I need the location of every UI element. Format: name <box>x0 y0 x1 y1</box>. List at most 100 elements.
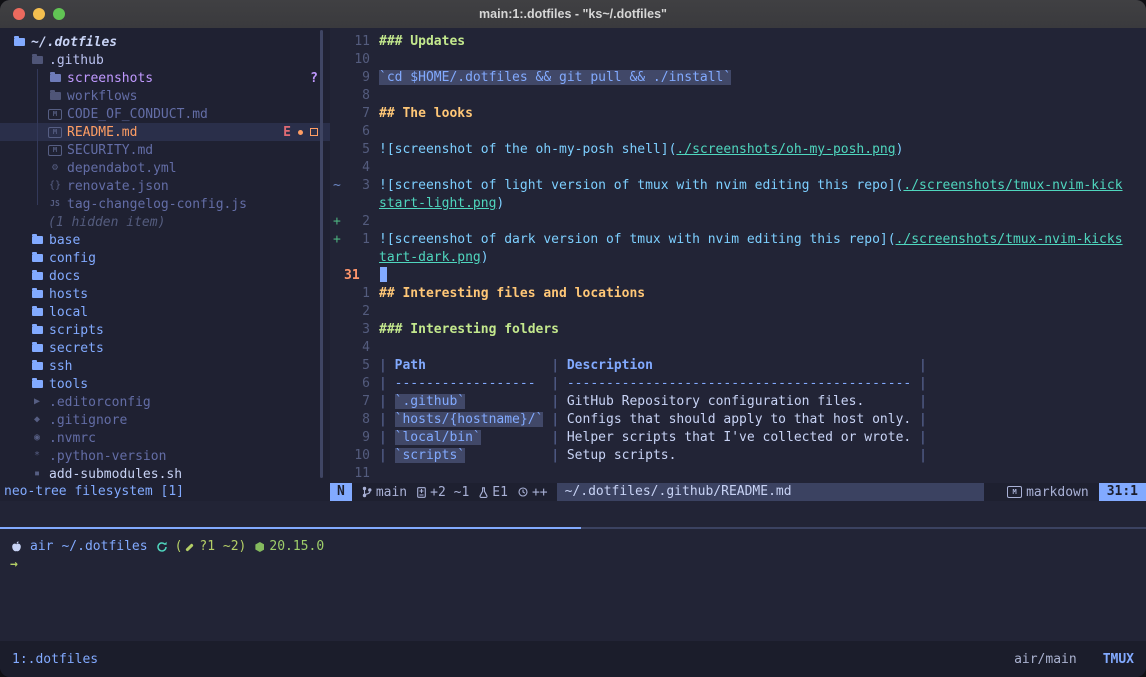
tree-item-base[interactable]: base <box>0 231 330 249</box>
editor-line-20[interactable]: 6| ------------------ | ----------------… <box>330 375 1146 393</box>
editor-line-3[interactable]: 9`cd $HOME/.dotfiles && git pull && ./in… <box>330 69 1146 87</box>
folder-icon <box>30 326 44 334</box>
node-icon <box>255 542 264 552</box>
tree-item-gitignore[interactable]: ◆.gitignore <box>0 411 330 429</box>
tmux-window-tab[interactable]: 1:.dotfiles <box>12 652 98 667</box>
folder-icon <box>30 290 44 298</box>
tree-item-local[interactable]: local <box>0 303 330 321</box>
tree-item-secrets[interactable]: secrets <box>0 339 330 357</box>
editor-line-23[interactable]: 9| `local/bin` | Helper scripts that I'v… <box>330 429 1146 447</box>
markdown-icon: M <box>1007 486 1022 498</box>
tree-item-label: SECURITY.md <box>67 143 153 158</box>
tree-item-label: .github <box>49 53 104 68</box>
editor-line-25[interactable]: 11 <box>330 465 1146 483</box>
modified-dot-badge <box>298 130 303 135</box>
editor-line-12[interactable]: +1![screenshot of dark version of tmux w… <box>330 231 1146 249</box>
editor-line-1[interactable]: 11### Updates <box>330 33 1146 51</box>
gutter-sign <box>330 429 343 447</box>
editor-line-4[interactable]: 8 <box>330 87 1146 105</box>
terminal-input-line[interactable]: → <box>10 556 1146 574</box>
git-diff-segment: +2 ~1 <box>417 485 469 500</box>
editor-line-22[interactable]: 8| `hosts/{hostname}/` | Configs that sh… <box>330 411 1146 429</box>
tree-item-add-submodules-sh[interactable]: ▪add-submodules.sh <box>0 465 330 483</box>
line-number: 7 <box>343 393 370 411</box>
tree-item-scripts[interactable]: scripts <box>0 321 330 339</box>
editor-line-14[interactable]: 31 <box>330 267 1146 285</box>
gutter-sign <box>330 123 343 141</box>
editor-line-10[interactable]: start-light.png) <box>330 195 1146 213</box>
line-number: 7 <box>343 105 370 123</box>
error-badge: E <box>283 125 291 140</box>
tree-item-nvmrc[interactable]: ◉.nvmrc <box>0 429 330 447</box>
tree-item-label: hosts <box>49 287 88 302</box>
tree-item-dotfiles[interactable]: ~/.dotfiles <box>0 33 330 51</box>
tree-item-tag-changelog-config-js[interactable]: JStag-changelog-config.js <box>0 195 330 213</box>
tree-item-ssh[interactable]: ssh <box>0 357 330 375</box>
neotree-sidebar: ~/.dotfiles.githubscreenshots?workflowsM… <box>0 28 330 483</box>
tree-item-github[interactable]: .github <box>0 51 330 69</box>
line-number: 5 <box>343 141 370 159</box>
editor-line-6[interactable]: 6 <box>330 123 1146 141</box>
line-number <box>343 249 370 267</box>
line-number: 10 <box>343 51 370 69</box>
editor-line-11[interactable]: +2 <box>330 213 1146 231</box>
tree-item-screenshots[interactable]: screenshots? <box>0 69 330 87</box>
close-button[interactable] <box>13 8 25 20</box>
line-text: ![screenshot of the oh-my-posh shell](./… <box>379 141 903 159</box>
tree-item-editorconfig[interactable]: ▶.editorconfig <box>0 393 330 411</box>
folder-icon <box>48 92 62 100</box>
tree-item-config[interactable]: config <box>0 249 330 267</box>
tree-item-security-md[interactable]: M SECURITY.md <box>0 141 330 159</box>
editor-line-21[interactable]: 7 | `.github` | GitHub Repository configu… <box>330 393 1146 411</box>
tmux-statusbar: 1:.dotfiles air/main TMUX <box>0 641 1146 677</box>
tree-item-hosts[interactable]: hosts <box>0 285 330 303</box>
tmux-pane-border[interactable] <box>0 527 1146 529</box>
tree-item-tools[interactable]: tools <box>0 375 330 393</box>
tree-item-code-of-conduct-md[interactable]: MCODE_OF_CONDUCT.md <box>0 105 330 123</box>
tree-item-renovate-json[interactable]: {}renovate.json <box>0 177 330 195</box>
editor-line-7[interactable]: 5 ![screenshot of the oh-my-posh shell](.… <box>330 141 1146 159</box>
line-text: | `.github` | GitHub Repository configur… <box>379 393 927 411</box>
tree-item-1-hidden-item[interactable]: (1 hidden item) <box>0 213 330 231</box>
editor-line-5[interactable]: 7## The looks <box>330 105 1146 123</box>
tree-item-label: docs <box>49 269 80 284</box>
tree-item-docs[interactable]: docs <box>0 267 330 285</box>
line-number: 31 <box>343 267 371 285</box>
editor-line-9[interactable]: ~3![screenshot of light version of tmux … <box>330 177 1146 195</box>
tree-item-python-version[interactable]: *.python-version <box>0 447 330 465</box>
gutter-sign <box>330 447 343 465</box>
editor-line-19[interactable]: 5| Path | Description | <box>330 357 1146 375</box>
terminal-pane[interactable]: air ~/.dotfiles ( ?1 ~2) 20.15.0 → <box>0 529 1146 641</box>
editor-line-13[interactable]: tart-dark.png) <box>330 249 1146 267</box>
file-status-badges: E <box>283 125 318 140</box>
tree-item-label: secrets <box>49 341 104 356</box>
editor-line-16[interactable]: 2 <box>330 303 1146 321</box>
editor-line-15[interactable]: 1## Interesting files and locations <box>330 285 1146 303</box>
editor-line-24[interactable]: 10| `scripts` | Setup scripts. | <box>330 447 1146 465</box>
diamond-icon: ◆ <box>30 415 44 425</box>
line-number: 6 <box>343 375 370 393</box>
editor-line-17[interactable]: 3### Interesting folders <box>330 321 1146 339</box>
window-title: main:1:.dotfiles - "ks~/.dotfiles" <box>0 7 1146 21</box>
tree-item-label: CODE_OF_CONDUCT.md <box>67 107 208 122</box>
zoom-button[interactable] <box>53 8 65 20</box>
tree-item-readme-md[interactable]: MREADME.mdE <box>0 123 330 141</box>
hint-icon: ? <box>310 71 318 86</box>
star-icon: * <box>30 451 44 461</box>
sidebar-scrollbar[interactable] <box>320 30 323 478</box>
editor-line-2[interactable]: 10 <box>330 51 1146 69</box>
editor-buffer[interactable]: 11### Updates109`cd $HOME/.dotfiles && g… <box>330 28 1146 483</box>
editor-line-18[interactable]: 4 <box>330 339 1146 357</box>
line-number: 6 <box>343 123 370 141</box>
markdown-file-icon: M <box>48 145 62 156</box>
tree-item-dependabot-yml[interactable]: ⚙dependabot.yml <box>0 159 330 177</box>
line-text: | `hosts/{hostname}/` | Configs that sho… <box>379 411 927 429</box>
folder-icon <box>30 362 44 370</box>
gutter-sign <box>330 159 343 177</box>
tree-item-label: scripts <box>49 323 104 338</box>
gutter-sign <box>330 375 343 393</box>
tree-item-workflows[interactable]: workflows <box>0 87 330 105</box>
line-text: | `local/bin` | Helper scripts that I've… <box>379 429 927 447</box>
minimize-button[interactable] <box>33 8 45 20</box>
editor-line-8[interactable]: 4 <box>330 159 1146 177</box>
